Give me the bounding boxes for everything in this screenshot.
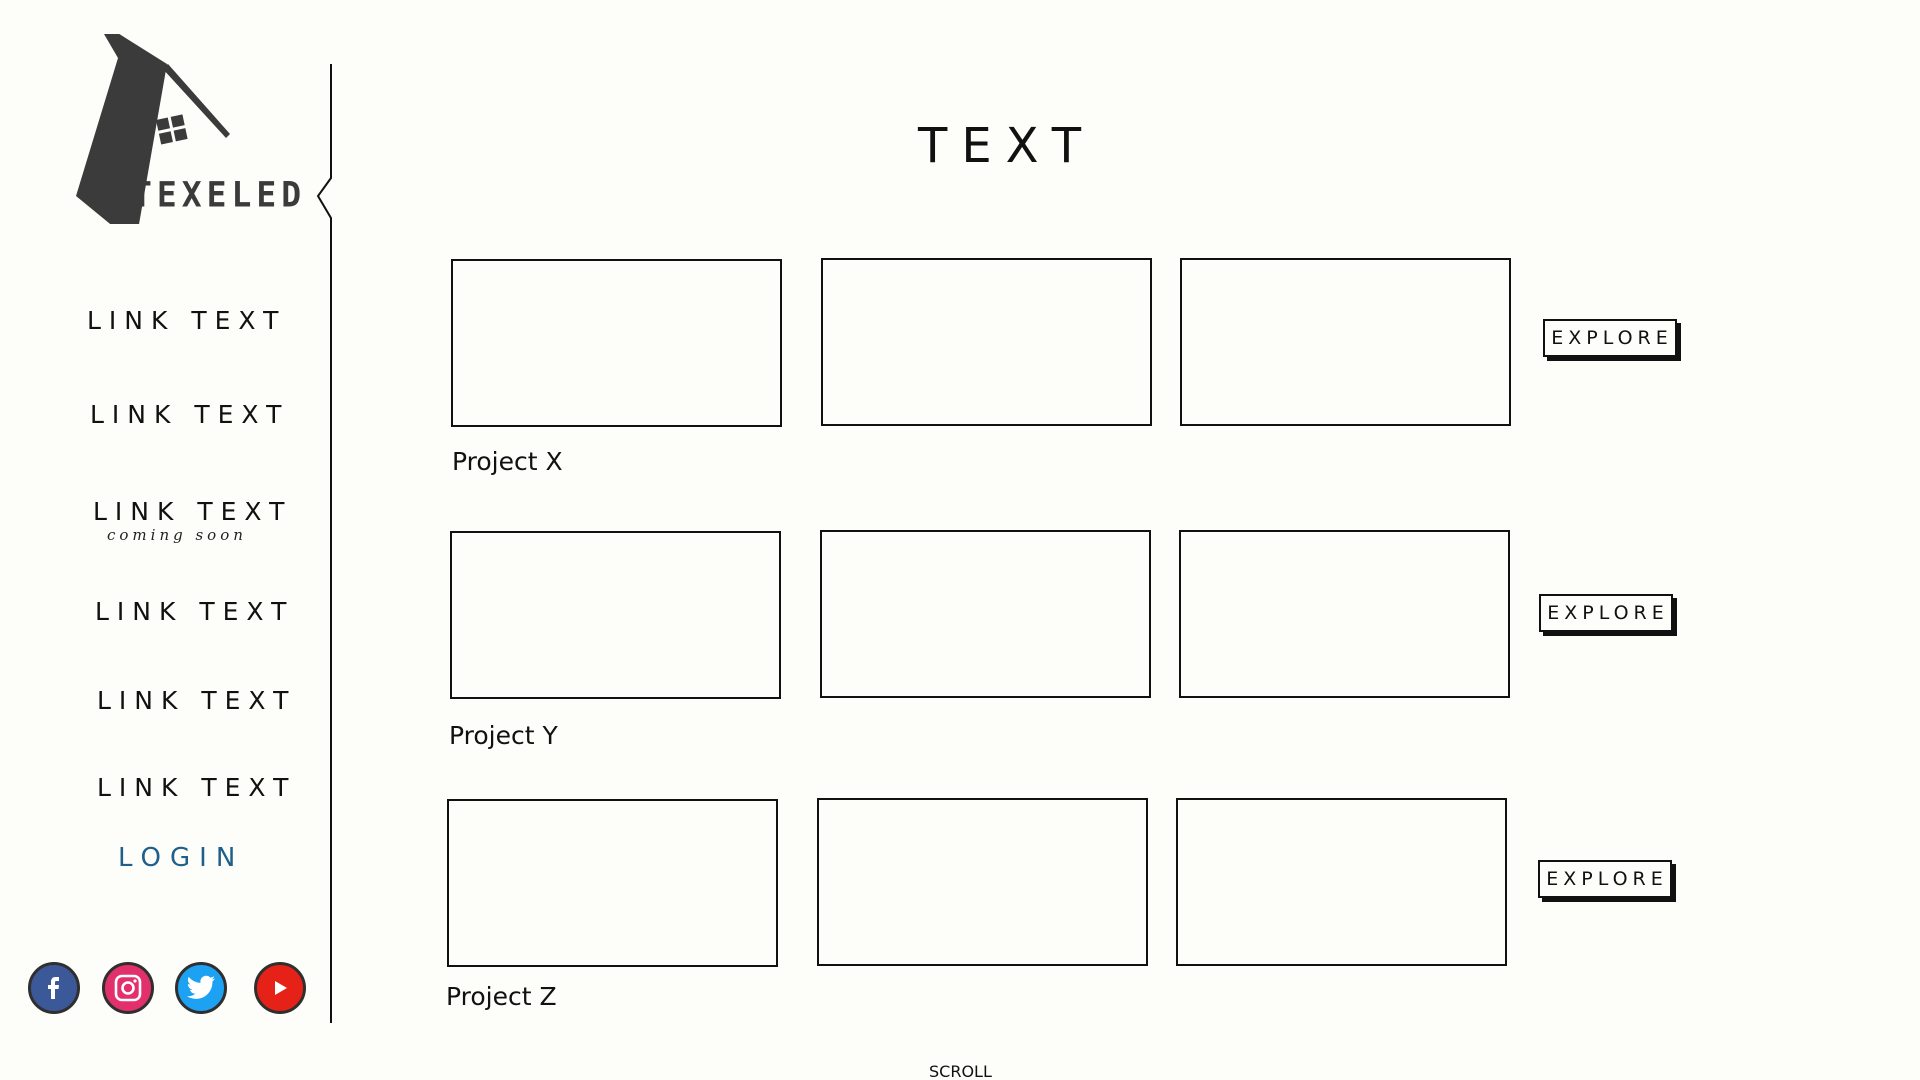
- project-y-thumbnail-3[interactable]: [1179, 530, 1510, 698]
- project-z-thumbnail-1[interactable]: [447, 799, 778, 967]
- youtube-play-icon: [275, 981, 287, 995]
- project-z-thumbnail-3[interactable]: [1176, 798, 1507, 966]
- page: TEXELED LINK TEXT LINK TEXT LINK TEXT co…: [0, 0, 1920, 1080]
- project-y-title: Project Y: [449, 721, 558, 750]
- sidebar-nav-item-2[interactable]: LINK TEXT: [90, 400, 289, 429]
- sidebar-nav-item-1[interactable]: LINK TEXT: [87, 306, 286, 335]
- project-x-thumbnail-1[interactable]: [451, 259, 782, 427]
- instagram-icon: [114, 974, 142, 1002]
- project-y-thumbnail-2[interactable]: [820, 530, 1151, 698]
- sidebar-nav-item-4[interactable]: LINK TEXT: [95, 597, 294, 626]
- sidebar-divider: [316, 64, 332, 1023]
- brand-wordmark: TEXELED: [132, 174, 307, 215]
- login-link[interactable]: LOGIN: [118, 843, 244, 873]
- project-z-title: Project Z: [446, 982, 557, 1011]
- project-x-title: Project X: [452, 447, 563, 476]
- project-y-explore-button[interactable]: EXPLORE: [1539, 594, 1673, 632]
- facebook-icon: [48, 977, 59, 999]
- sidebar-nav-item-3[interactable]: LINK TEXT: [93, 497, 292, 526]
- project-z-thumbnail-2[interactable]: [817, 798, 1148, 966]
- project-z-explore-button[interactable]: EXPLORE: [1538, 860, 1672, 898]
- project-x-explore-button[interactable]: EXPLORE: [1543, 319, 1677, 357]
- twitter-icon: [187, 975, 215, 999]
- project-x-thumbnail-3[interactable]: [1180, 258, 1511, 426]
- twitter-button[interactable]: [175, 962, 227, 1014]
- page-title: TEXT: [918, 118, 1096, 174]
- project-y-thumbnail-1[interactable]: [450, 531, 781, 699]
- sidebar-nav-item-5[interactable]: LINK TEXT: [97, 686, 296, 715]
- instagram-button[interactable]: [102, 962, 154, 1014]
- facebook-button[interactable]: [28, 962, 80, 1014]
- project-x-thumbnail-2[interactable]: [821, 258, 1152, 426]
- sidebar-nav-item-6[interactable]: LINK TEXT: [97, 773, 296, 802]
- scroll-hint[interactable]: SCROLL: [929, 1062, 992, 1080]
- youtube-button[interactable]: [254, 962, 306, 1014]
- sidebar: TEXELED LINK TEXT LINK TEXT LINK TEXT co…: [0, 0, 332, 1080]
- coming-soon-caption: coming soon: [107, 526, 247, 544]
